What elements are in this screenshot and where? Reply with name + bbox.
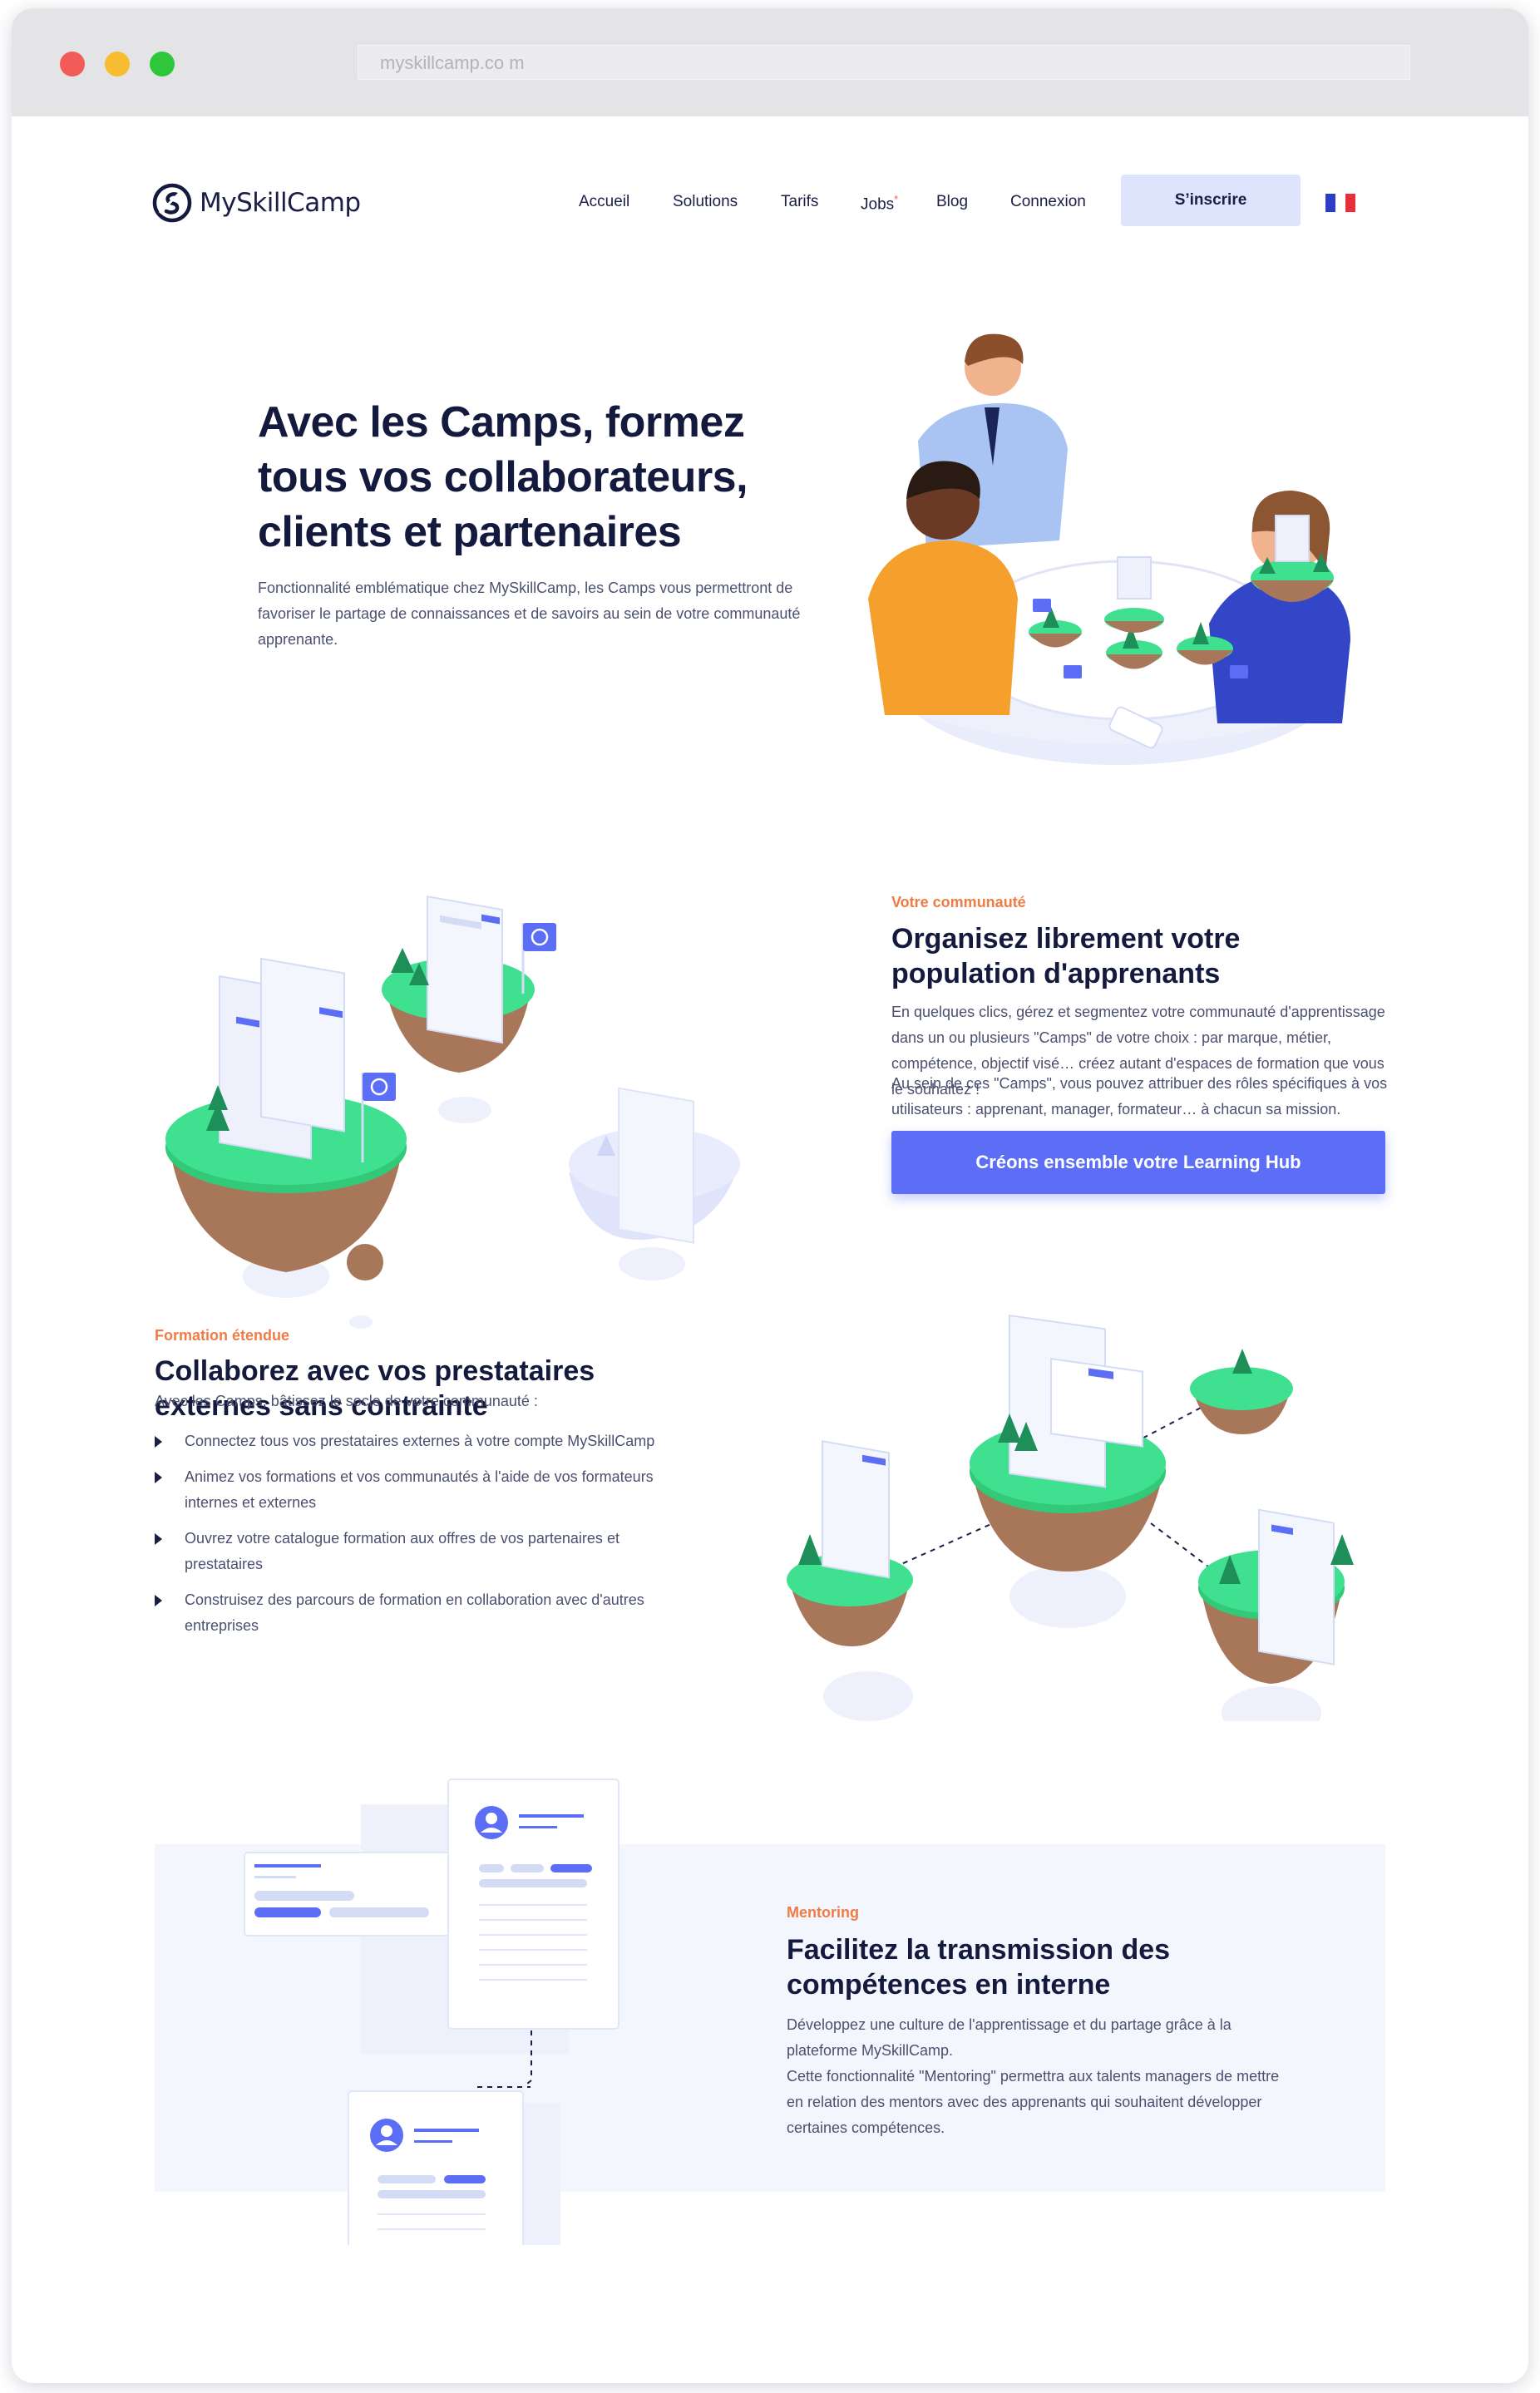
community-paragraph-2: Au sein de ces "Camps", vous pouvez attr… — [891, 1075, 1388, 1118]
bullet-triangle-icon — [155, 1436, 162, 1448]
browser-chrome: myskillcamp.co m — [12, 8, 1528, 116]
mentoring-title: Facilitez la transmission des compétence… — [787, 1934, 1171, 2001]
nav-jobs[interactable]: Jobs* — [861, 193, 898, 214]
community-eyebrow: Votre communauté — [891, 894, 1026, 910]
signup-button[interactable]: S’inscrire — [1121, 175, 1301, 226]
nav-tarifs[interactable]: Tarifs — [781, 193, 818, 211]
bullet-text: Ouvrez votre catalogue formation aux off… — [185, 1530, 619, 1572]
hero-description: Fonctionnalité emblématique chez MySkill… — [258, 580, 801, 648]
floating-camps-illustration — [165, 896, 740, 1329]
external-intro: Avec les Camps, bâtissez le socle de vot… — [155, 1393, 538, 1409]
bullet-text: Connectez tous vos prestataires externes… — [185, 1433, 655, 1449]
browser-window: myskillcamp.co m MySkillCamp Accueil Sol… — [12, 8, 1528, 2383]
fr-flag-icon[interactable] — [1325, 194, 1355, 212]
maximize-window-button[interactable] — [150, 52, 175, 76]
nav-jobs-badge: * — [894, 193, 899, 205]
bullet-triangle-icon — [155, 1533, 162, 1545]
close-window-button[interactable] — [60, 52, 85, 76]
external-eyebrow: Formation étendue — [155, 1327, 290, 1344]
hero-title: Avec les Camps, formez tous vos collabor… — [258, 398, 748, 556]
learning-hub-cta-button[interactable]: Créons ensemble votre Learning Hub — [891, 1131, 1385, 1194]
external-bullet-list: Connectez tous vos prestataires externes… — [155, 1428, 670, 1649]
minimize-window-button[interactable] — [105, 52, 130, 76]
page-content: MySkillCamp Accueil Solutions Tarifs Job… — [12, 116, 1528, 2383]
nav-connexion[interactable]: Connexion — [1010, 193, 1086, 211]
logo[interactable]: MySkillCamp — [151, 180, 361, 226]
community-title: Organisez librement votre population d'a… — [891, 923, 1241, 989]
bullet-item: Connectez tous vos prestataires externes… — [155, 1428, 670, 1454]
mentoring-paragraph-2: Cette fonctionnalité "Mentoring" permett… — [787, 2068, 1280, 2136]
nav-solutions[interactable]: Solutions — [673, 193, 738, 211]
bullet-triangle-icon — [155, 1595, 162, 1606]
bullet-item: Ouvrez votre catalogue formation aux off… — [155, 1526, 670, 1577]
myskillcamp-logo-icon — [152, 183, 192, 223]
bullet-item: Animez vos formations et vos communautés… — [155, 1464, 670, 1516]
connected-camps-illustration — [787, 1315, 1354, 1721]
address-bar-url: myskillcamp.co m — [380, 52, 525, 73]
bullet-text: Construisez des parcours de formation en… — [185, 1591, 644, 1634]
nav-accueil[interactable]: Accueil — [579, 193, 629, 211]
mentoring-profiles-illustration — [244, 1779, 619, 2245]
mentoring-paragraph: Développez une culture de l'apprentissag… — [787, 2016, 1232, 2059]
address-bar[interactable]: myskillcamp.co m — [358, 45, 1410, 80]
bullet-text: Animez vos formations et vos communautés… — [185, 1468, 654, 1511]
bullet-triangle-icon — [155, 1472, 162, 1483]
bullet-item: Construisez des parcours de formation en… — [155, 1587, 670, 1639]
nav-blog[interactable]: Blog — [936, 193, 968, 211]
team-meeting-illustration — [868, 333, 1350, 765]
nav-jobs-label: Jobs — [861, 195, 895, 214]
logo-text: MySkillCamp — [200, 188, 361, 218]
mentoring-eyebrow: Mentoring — [787, 1904, 859, 1921]
